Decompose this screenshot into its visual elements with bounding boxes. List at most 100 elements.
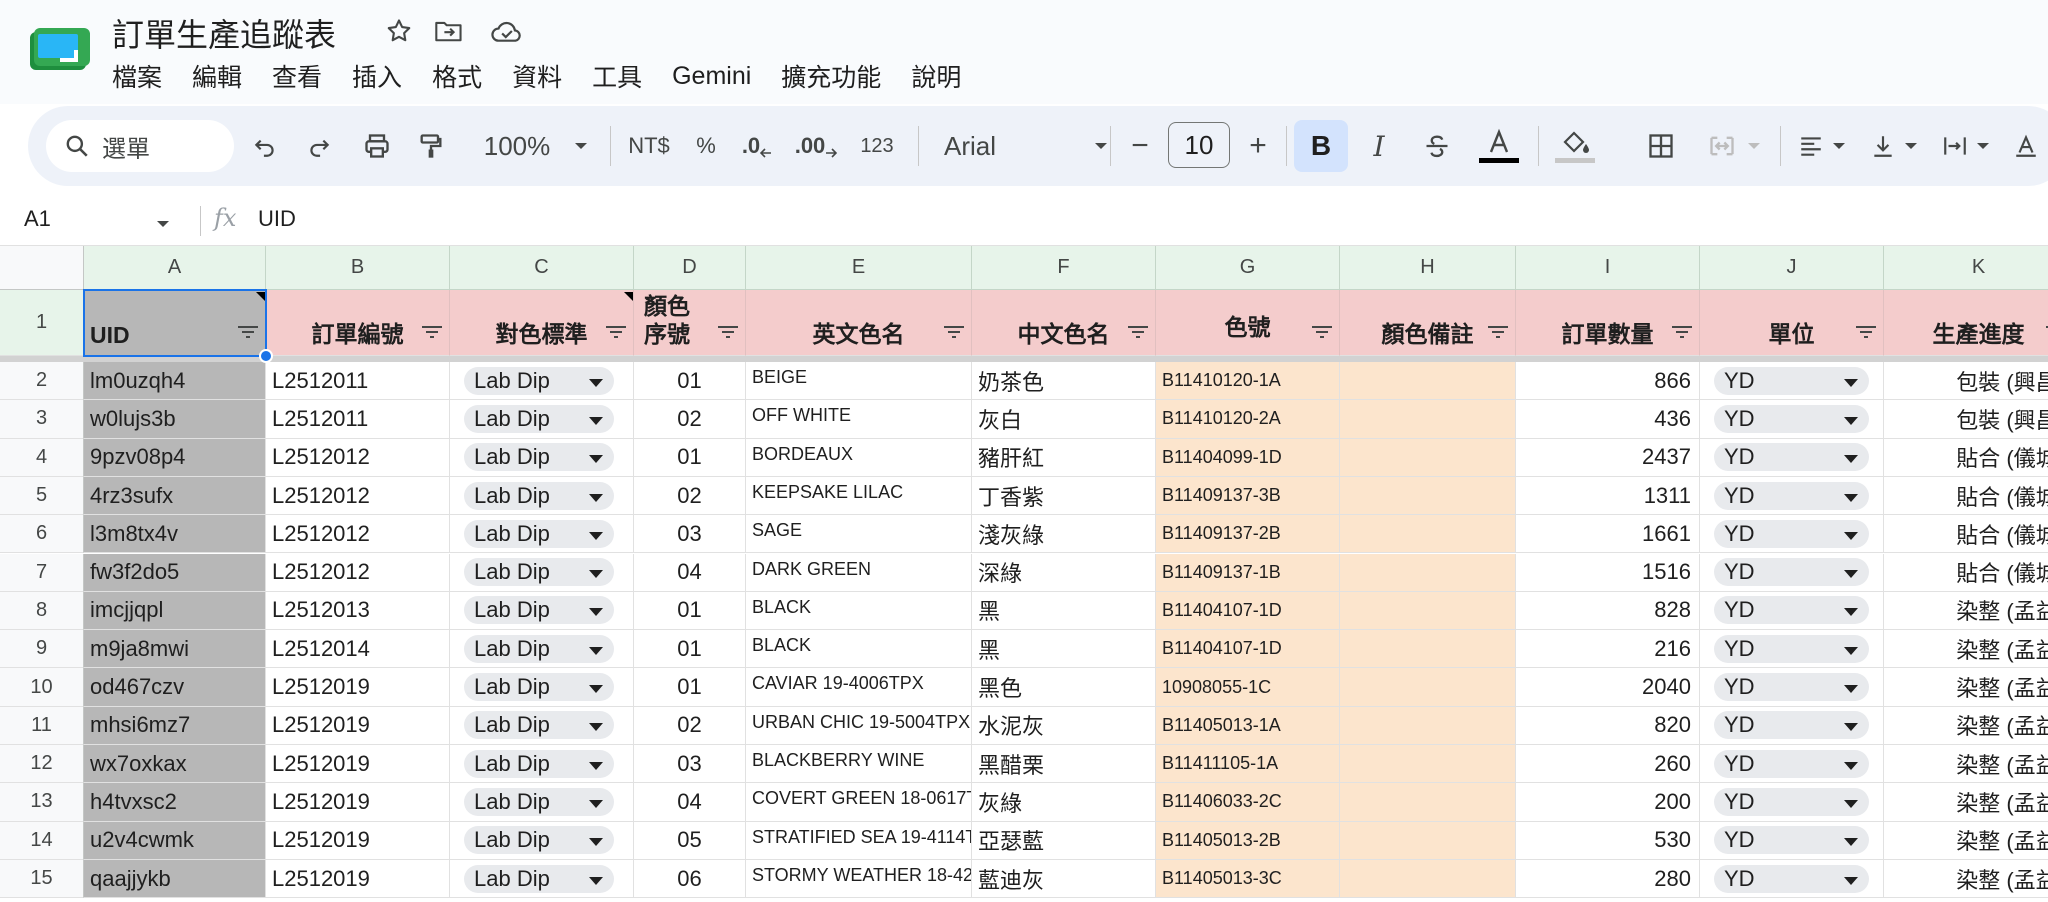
cell-progress[interactable]: 染整 (孟益) xyxy=(1884,745,2048,784)
cell-qty[interactable]: 260 xyxy=(1516,745,1700,784)
column-header-j[interactable]: J xyxy=(1700,246,1884,290)
increase-font-size-button[interactable]: + xyxy=(1236,106,1280,186)
menu-file[interactable]: 檔案 xyxy=(112,58,162,94)
cell-color-code[interactable]: B11404099-1D xyxy=(1156,438,1340,477)
cell-order-no[interactable]: L2512012 xyxy=(266,476,450,516)
filter-icon[interactable] xyxy=(1855,318,1877,345)
cell-order-no[interactable]: L2512019 xyxy=(266,706,450,745)
cell-unit[interactable]: YD xyxy=(1700,438,1884,477)
cell-en-name[interactable]: BLACK xyxy=(746,591,972,631)
cell-color-code[interactable]: B11409137-2B xyxy=(1156,515,1340,554)
cell-color-code[interactable]: B11404107-1D xyxy=(1156,591,1340,631)
cell-uid[interactable]: 9pzv08p4 xyxy=(84,438,266,477)
cell-unit[interactable]: YD xyxy=(1700,515,1884,554)
column-header-f[interactable]: F xyxy=(972,246,1156,290)
cell-color-note[interactable] xyxy=(1340,821,1516,860)
cell-color-code[interactable]: B11405013-1A xyxy=(1156,706,1340,745)
cell-order-no[interactable]: L2512019 xyxy=(266,821,450,860)
filter-icon[interactable] xyxy=(1671,318,1693,345)
cell-unit[interactable]: YD xyxy=(1700,668,1884,707)
text-color-icon[interactable] xyxy=(1472,106,1526,186)
cell-color-note[interactable] xyxy=(1340,668,1516,707)
cell-zh-name[interactable]: 水泥灰 xyxy=(972,706,1156,745)
cell-unit[interactable]: YD xyxy=(1700,783,1884,822)
cell-uid[interactable]: w0lujs3b xyxy=(84,400,266,439)
cell-color-code[interactable]: B11405013-3C xyxy=(1156,859,1340,899)
fill-color-icon[interactable] xyxy=(1548,106,1602,186)
cell-color-seq[interactable]: 02 xyxy=(634,476,746,516)
currency-format-button[interactable]: NT$ xyxy=(620,106,678,186)
cell-color-note[interactable] xyxy=(1340,630,1516,669)
row-header-13[interactable]: 13 xyxy=(0,783,84,822)
cell-progress[interactable]: 染整 (孟益) xyxy=(1884,668,2048,707)
cell-en-name[interactable]: BEIGE xyxy=(746,362,972,401)
filter-icon[interactable] xyxy=(717,317,739,345)
sheets-logo-icon[interactable] xyxy=(30,28,90,72)
cell-color-seq[interactable]: 05 xyxy=(634,821,746,860)
cell-order-no[interactable]: L2512019 xyxy=(266,859,450,899)
cell-color-code[interactable]: B11410120-2A xyxy=(1156,400,1340,439)
cell-qty[interactable]: 530 xyxy=(1516,821,1700,860)
header-cell-qty[interactable]: 訂單數量 xyxy=(1516,290,1700,356)
cell-uid[interactable]: l3m8tx4v xyxy=(84,515,266,554)
cell-unit[interactable]: YD xyxy=(1700,859,1884,899)
decrease-decimal-button[interactable]: .0 xyxy=(732,106,782,186)
cell-progress[interactable]: 貼合 (儀城) xyxy=(1884,515,2048,554)
match-standard-dropdown[interactable]: Lab Dip xyxy=(464,673,614,702)
increase-decimal-button[interactable]: .00 xyxy=(788,106,844,186)
cell-color-note[interactable] xyxy=(1340,553,1516,592)
match-standard-dropdown[interactable]: Lab Dip xyxy=(464,749,614,778)
match-standard-dropdown[interactable]: Lab Dip xyxy=(464,366,614,395)
cell-zh-name[interactable]: 黑 xyxy=(972,591,1156,631)
cell-progress[interactable]: 染整 (孟益) xyxy=(1884,707,2048,745)
cell-match-std[interactable]: Lab Dip xyxy=(450,706,634,745)
cell-en-name[interactable]: BLACK xyxy=(746,630,972,669)
cell-qty[interactable]: 436 xyxy=(1516,400,1700,439)
cell-match-std[interactable]: Lab Dip xyxy=(450,400,634,439)
cell-color-seq[interactable]: 01 xyxy=(634,438,746,477)
paint-format-icon[interactable] xyxy=(408,106,454,186)
match-standard-dropdown[interactable]: Lab Dip xyxy=(464,787,614,816)
cell-progress[interactable]: 染整 (孟益) xyxy=(1884,822,2048,860)
cell-match-std[interactable]: Lab Dip xyxy=(450,783,634,822)
cell-match-std[interactable]: Lab Dip xyxy=(450,668,634,707)
cell-color-note[interactable] xyxy=(1340,438,1516,477)
match-standard-dropdown[interactable]: Lab Dip xyxy=(464,596,614,625)
redo-icon[interactable] xyxy=(296,106,342,186)
cell-uid[interactable]: h4tvxsc2 xyxy=(84,783,266,822)
unit-dropdown[interactable]: YD xyxy=(1714,711,1869,740)
cell-color-note[interactable] xyxy=(1340,859,1516,899)
spreadsheet-grid[interactable]: ABCDEFGHIJK 1 2 3 4 5 6 7 8 9 10 11 12 13 14 15 UID 訂單編… xyxy=(0,246,2048,902)
cell-unit[interactable]: YD xyxy=(1700,630,1884,669)
cell-order-no[interactable]: L2512012 xyxy=(266,438,450,477)
more-formats-button[interactable]: 123 xyxy=(852,106,902,186)
cell-color-code[interactable]: B11404107-1D xyxy=(1156,630,1340,669)
column-header-i[interactable]: I xyxy=(1516,246,1700,290)
font-family-select[interactable]: Arial xyxy=(932,106,1132,186)
cell-color-note[interactable] xyxy=(1340,591,1516,631)
unit-dropdown[interactable]: YD xyxy=(1714,519,1869,548)
cell-unit[interactable]: YD xyxy=(1700,821,1884,860)
row-header-10[interactable]: 10 xyxy=(0,668,84,707)
select-all-corner[interactable] xyxy=(0,246,84,290)
menu-gemini[interactable]: Gemini xyxy=(672,62,751,91)
header-cell-zh-name[interactable]: 中文色名 xyxy=(972,290,1156,356)
column-header-c[interactable]: C xyxy=(450,246,634,290)
cell-color-code[interactable]: B11411105-1A xyxy=(1156,745,1340,784)
cell-zh-name[interactable]: 豬肝紅 xyxy=(972,438,1156,477)
cell-color-note[interactable] xyxy=(1340,515,1516,554)
header-cell-en-name[interactable]: 英文色名 xyxy=(746,290,972,356)
menu-extensions[interactable]: 擴充功能 xyxy=(781,58,881,94)
cell-qty[interactable]: 1516 xyxy=(1516,553,1700,592)
cell-order-no[interactable]: L2512019 xyxy=(266,745,450,784)
header-cell-color-seq[interactable]: 顏色 序號 xyxy=(634,290,746,356)
column-header-e[interactable]: E xyxy=(746,246,972,290)
cell-match-std[interactable]: Lab Dip xyxy=(450,745,634,784)
cell-en-name[interactable]: URBAN CHIC 19-5004TPX xyxy=(746,706,972,745)
cell-zh-name[interactable]: 藍迪灰 xyxy=(972,859,1156,899)
percent-format-button[interactable]: % xyxy=(684,106,728,186)
filter-icon[interactable] xyxy=(605,318,627,345)
borders-icon[interactable] xyxy=(1636,106,1686,186)
cell-color-seq[interactable]: 06 xyxy=(634,859,746,899)
cell-uid[interactable]: imcjjqpl xyxy=(84,591,266,631)
